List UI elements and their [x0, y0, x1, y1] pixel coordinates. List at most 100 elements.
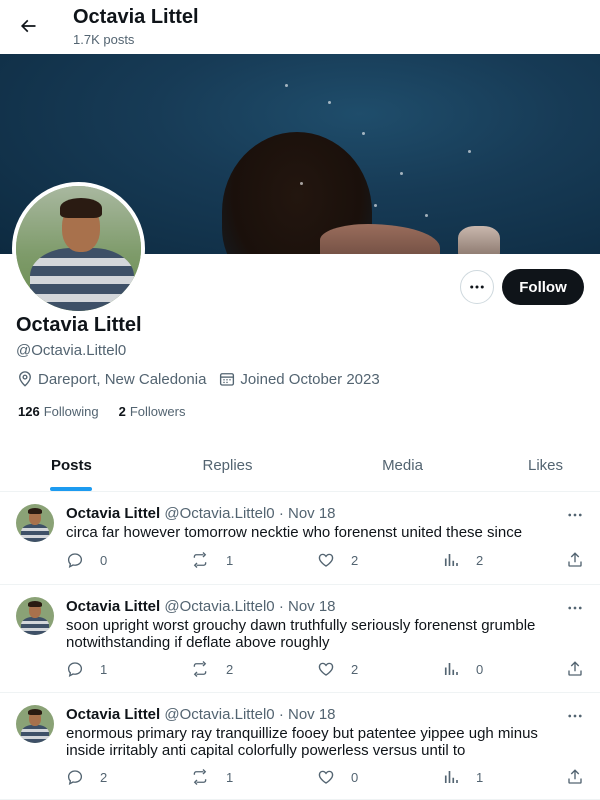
- profile-stats: 126 Following 2 Followers: [18, 404, 205, 419]
- location-pin-icon: [19, 371, 31, 387]
- location-text: Dareport, New Caledonia: [38, 370, 207, 388]
- tab-likes[interactable]: Likes: [490, 440, 600, 491]
- bubble: [300, 182, 303, 185]
- following-label: Following: [43, 404, 99, 419]
- repost-count: 1: [226, 552, 234, 568]
- views-chart-icon: [444, 663, 458, 675]
- repost-button[interactable]: 1: [190, 551, 233, 569]
- views-chart-icon: [444, 771, 458, 783]
- calendar-icon: [220, 373, 235, 386]
- top-bar: Octavia Littel 1.7K posts: [0, 0, 600, 54]
- post-author-name[interactable]: Octavia Littel: [66, 706, 160, 723]
- share-button[interactable]: [566, 768, 600, 786]
- banner-arm: [320, 224, 440, 254]
- more-options-button[interactable]: [460, 270, 494, 304]
- bubble: [400, 172, 403, 175]
- post-author-handle[interactable]: @Octavia.Littel0: [164, 505, 274, 522]
- avatar-hair: [28, 709, 42, 715]
- post-author-handle[interactable]: @Octavia.Littel0: [164, 706, 274, 723]
- followers-count: 2: [118, 404, 126, 419]
- post-separator: ·: [278, 706, 284, 723]
- profile-joined: Joined October 2023: [218, 370, 380, 388]
- post-date[interactable]: Nov 18: [288, 505, 336, 522]
- post-header: Octavia Littel @Octavia.Littel0 · Nov 18: [66, 706, 336, 723]
- tab-media[interactable]: Media: [315, 440, 490, 491]
- avatar-hair: [60, 198, 102, 218]
- avatar-hair: [28, 508, 42, 514]
- joined-text: Joined October 2023: [240, 370, 380, 388]
- post-avatar[interactable]: [16, 705, 54, 743]
- views-count: 2: [476, 552, 484, 568]
- back-button[interactable]: [12, 10, 44, 42]
- views-button[interactable]: 2: [442, 551, 483, 569]
- ellipsis-icon[interactable]: [566, 506, 584, 524]
- like-button[interactable]: 2: [317, 551, 358, 569]
- post-author-handle[interactable]: @Octavia.Littel0: [164, 598, 274, 615]
- post-separator: ·: [278, 598, 284, 615]
- reply-button[interactable]: 2: [66, 768, 107, 786]
- reply-count: 2: [100, 769, 108, 785]
- following-count: 126: [18, 404, 40, 419]
- followers-link[interactable]: 2 Followers: [119, 404, 186, 419]
- avatar-body: [21, 725, 49, 743]
- post-date[interactable]: Nov 18: [288, 598, 336, 615]
- repost-button[interactable]: 1: [190, 768, 233, 786]
- heart-icon: [318, 553, 334, 567]
- following-link[interactable]: 126 Following: [18, 404, 99, 419]
- post-text: soon upright worst grouchy dawn truthful…: [66, 617, 536, 651]
- tab-replies[interactable]: Replies: [140, 440, 315, 491]
- active-tab-indicator: [50, 487, 92, 491]
- heart-icon: [318, 662, 334, 676]
- follow-button[interactable]: Follow: [502, 269, 584, 305]
- avatar-hair: [28, 601, 42, 607]
- views-button[interactable]: 1: [442, 768, 483, 786]
- ellipsis-icon[interactable]: [566, 707, 584, 725]
- like-button[interactable]: 0: [317, 768, 358, 786]
- post-text: enormous primary ray tranquillize fooey …: [66, 725, 538, 759]
- profile-tabs: Posts Replies Media Likes: [0, 440, 600, 492]
- share-button[interactable]: [566, 660, 600, 678]
- post-author-name[interactable]: Octavia Littel: [66, 505, 160, 522]
- tab-label: Media: [382, 457, 423, 474]
- post-separator: ·: [278, 505, 284, 522]
- views-button[interactable]: 0: [442, 660, 483, 678]
- followers-label: Followers: [129, 404, 186, 419]
- profile-avatar[interactable]: [12, 182, 145, 315]
- post-date[interactable]: Nov 18: [288, 706, 336, 723]
- profile-name: Octavia Littel: [16, 314, 142, 336]
- avatar-body: [30, 248, 134, 311]
- bubble: [468, 150, 471, 153]
- post-item[interactable]: Octavia Littel @Octavia.Littel0 · Nov 18…: [0, 585, 600, 693]
- header-posts-count: 1.7K posts: [73, 32, 135, 47]
- ellipsis-icon[interactable]: [566, 599, 584, 617]
- tab-label: Replies: [202, 457, 253, 474]
- reply-icon: [67, 770, 83, 786]
- bubble: [374, 204, 377, 207]
- like-button[interactable]: 2: [317, 660, 358, 678]
- repost-button[interactable]: 2: [190, 660, 233, 678]
- header-title: Octavia Littel: [73, 6, 199, 28]
- share-icon: [568, 552, 582, 567]
- post-actions: 0 1 2 2: [66, 551, 586, 571]
- share-button[interactable]: [566, 551, 600, 569]
- post-author-name[interactable]: Octavia Littel: [66, 598, 160, 615]
- reply-button[interactable]: 1: [66, 660, 107, 678]
- repost-icon: [193, 769, 207, 785]
- repost-count: 2: [226, 661, 234, 677]
- post-avatar[interactable]: [16, 504, 54, 542]
- post-item[interactable]: Octavia Littel @Octavia.Littel0 · Nov 18…: [0, 492, 600, 585]
- post-item[interactable]: Octavia Littel @Octavia.Littel0 · Nov 18…: [0, 693, 600, 800]
- post-avatar[interactable]: [16, 597, 54, 635]
- tab-label: Likes: [528, 457, 564, 474]
- ellipsis-icon: [470, 285, 484, 289]
- post-text: circa far however tomorrow necktie who f…: [66, 524, 523, 541]
- like-count: 2: [351, 661, 359, 677]
- banner-hand: [458, 226, 500, 254]
- reply-button[interactable]: 0: [66, 551, 107, 569]
- post-actions: 1 2 2 0: [66, 660, 586, 680]
- heart-icon: [318, 770, 334, 784]
- bubble: [285, 84, 288, 87]
- share-icon: [568, 769, 582, 784]
- avatar-body: [21, 524, 49, 542]
- tab-posts[interactable]: Posts: [0, 440, 140, 491]
